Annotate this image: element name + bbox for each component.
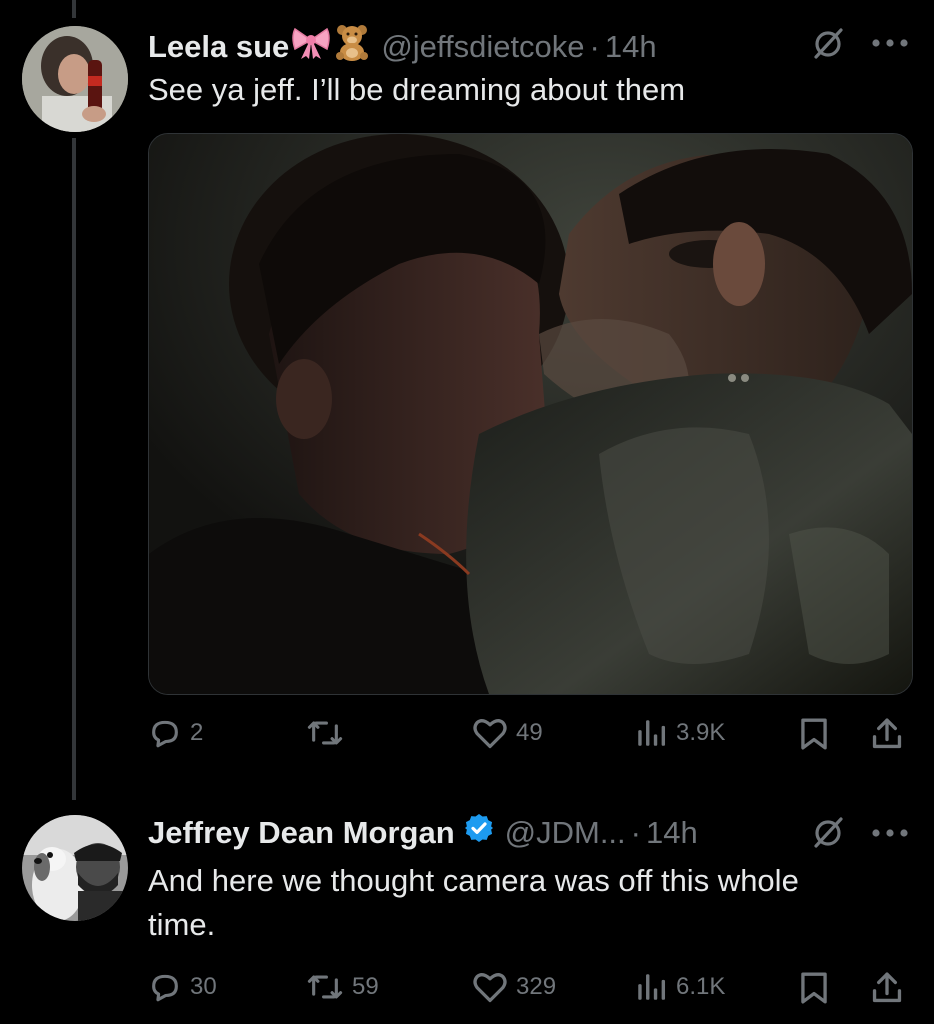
more-icon[interactable]	[870, 36, 910, 54]
share-icon	[872, 718, 902, 749]
views-icon	[638, 974, 666, 1000]
separator: ·	[630, 814, 641, 850]
retweet-button[interactable]	[306, 716, 344, 750]
share-button[interactable]	[870, 970, 904, 1006]
like-count: 49	[516, 719, 543, 746]
teddy-bear-emoji	[333, 23, 371, 70]
retweet-button[interactable]: 59	[306, 970, 379, 1004]
handle[interactable]: @jeffsdietcoke	[381, 28, 584, 66]
grok-icon[interactable]	[810, 26, 846, 67]
more-icon[interactable]	[870, 826, 910, 844]
share-button[interactable]	[870, 716, 904, 752]
display-name[interactable]: Jeffrey Dean Morgan	[148, 814, 455, 852]
reply-button[interactable]: 30	[148, 970, 217, 1004]
reply-icon	[152, 974, 178, 1002]
like-button[interactable]: 329	[472, 970, 556, 1004]
tweet-header: Leela sue @jeffsdietcoke · 14h	[148, 23, 657, 70]
bow-emoji	[291, 25, 331, 68]
tweet-header: Jeffrey Dean Morgan @JDM... · 14h	[148, 812, 698, 853]
reply-button[interactable]: 2	[148, 716, 203, 750]
tweet-text: See ya jeff. I’ll be dreaming about them	[148, 72, 686, 107]
views-count: 6.1K	[676, 973, 726, 1000]
bookmark-button[interactable]	[798, 970, 830, 1006]
timestamp[interactable]: 14h	[605, 28, 657, 66]
verified-badge-icon	[463, 812, 495, 853]
like-button[interactable]: 49	[472, 716, 543, 750]
share-icon	[872, 972, 902, 1003]
retweet-icon	[307, 721, 343, 745]
like-icon	[473, 719, 507, 749]
views-count: 3.9K	[676, 719, 726, 746]
tweet-text: And here we thought camera was off this …	[148, 863, 799, 942]
bookmark-button[interactable]	[798, 716, 830, 752]
avatar[interactable]	[22, 26, 128, 132]
tweet-actions: 2 49 3.9K	[148, 716, 911, 756]
retweet-icon	[307, 975, 343, 999]
display-name[interactable]: Leela sue	[148, 28, 289, 66]
reply-count: 2	[190, 719, 204, 746]
reply-count: 30	[190, 973, 217, 1000]
handle[interactable]: @JDM...	[505, 814, 626, 852]
views-icon	[638, 720, 666, 746]
like-count: 329	[516, 973, 557, 1000]
thread-line-top	[72, 0, 76, 18]
bookmark-icon	[801, 718, 827, 750]
timestamp[interactable]: 14h	[646, 814, 698, 852]
views-button[interactable]: 6.1K	[634, 970, 725, 1004]
separator: ·	[589, 28, 600, 64]
bookmark-icon	[801, 972, 827, 1004]
avatar[interactable]	[22, 815, 128, 921]
thread-line	[72, 138, 76, 800]
retweet-count: 59	[352, 973, 379, 1000]
tweet-actions: 30 59 329 6.1K	[148, 970, 911, 1010]
like-icon	[473, 973, 507, 1003]
tweet-image[interactable]	[148, 133, 913, 695]
grok-icon[interactable]	[810, 815, 846, 856]
views-button[interactable]: 3.9K	[634, 716, 725, 750]
reply-icon	[152, 720, 178, 748]
